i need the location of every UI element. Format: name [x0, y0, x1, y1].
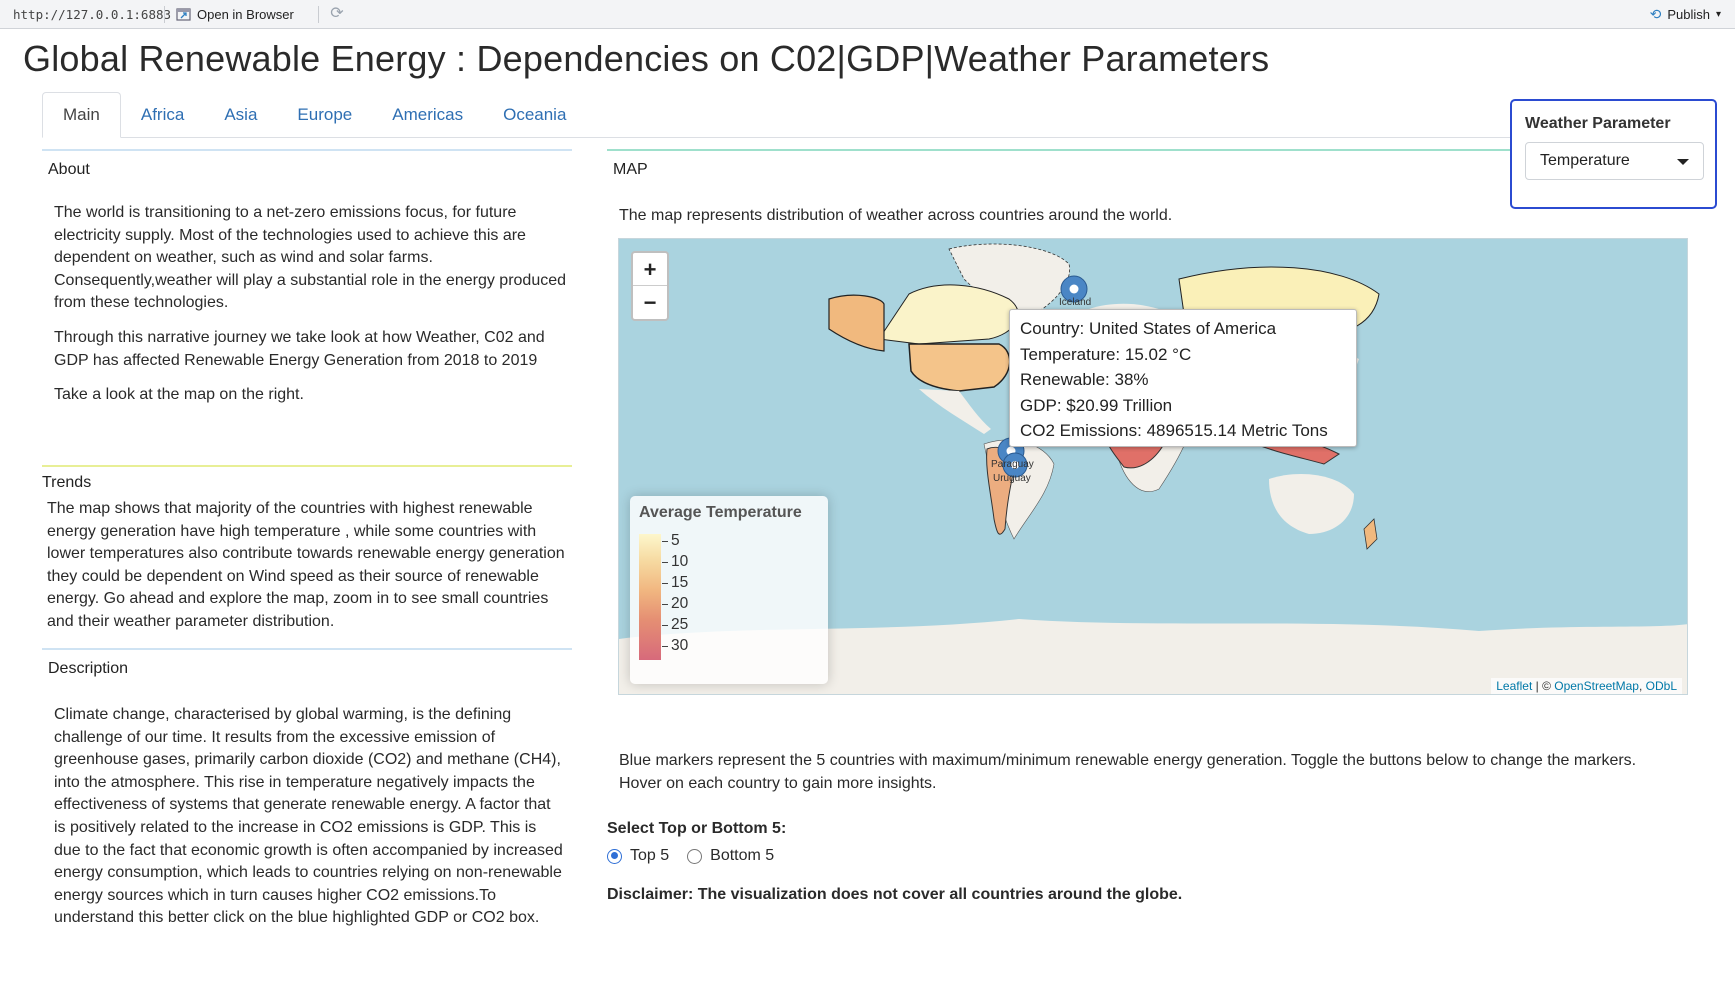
legend-tick-label: 20 [671, 595, 689, 612]
toolbar-divider [318, 6, 319, 23]
map-intro-text: The map represents distribution of weath… [619, 207, 1173, 224]
temperature-legend: Average Temperature 5 10 15 20 25 30 [630, 496, 828, 684]
land-alaska [828, 294, 885, 352]
land-canada [878, 284, 1019, 345]
map-attribution: Leaflet | © OpenStreetMap, ODbL [1491, 678, 1682, 694]
open-in-browser-label: Open in Browser [197, 7, 294, 22]
url-text: http://127.0.0.1:6883 [13, 7, 172, 22]
country-tooltip: Country: United States of America Temper… [1009, 309, 1357, 447]
attribution-comma: , [1638, 679, 1646, 693]
top-bottom-label: Select Top or Bottom 5: [607, 820, 787, 837]
zoom-in-button[interactable]: + [633, 253, 667, 286]
top-bottom-radio-group: Top 5 Bottom 5 [607, 847, 774, 865]
tab-main[interactable]: Main [42, 92, 121, 138]
land-new-zealand [1363, 518, 1378, 550]
map-card: MAP The map represents distribution of w… [607, 149, 1700, 909]
open-in-browser-button[interactable]: Open in Browser [176, 5, 294, 24]
land-australia [1269, 474, 1354, 534]
tooltip-gdp: GDP: $20.99 Trillion [1020, 395, 1173, 415]
marker-label-iceland: Iceland [1059, 297, 1092, 308]
legend-tick-label: 5 [671, 532, 680, 549]
tooltip-co2: CO2 Emissions: 4896515.14 Metric Tons [1020, 421, 1328, 440]
marker-label-uruguay: Uruguay [993, 473, 1031, 484]
open-in-browser-icon [176, 8, 191, 21]
legend-title: Average Temperature [639, 504, 802, 521]
trends-heading: Trends [42, 474, 92, 491]
trends-body: The map shows that majority of the count… [47, 500, 565, 630]
map-note-text: Blue markers represent the 5 countries w… [619, 752, 1637, 792]
about-paragraph: Take a look at the map on the right. [54, 386, 304, 404]
legend-tick [662, 562, 668, 563]
viewer-toolbar: http://127.0.0.1:6883 Open in Browser ⟳ … [0, 0, 1735, 29]
chevron-down-icon [1677, 159, 1689, 165]
chevron-down-icon: ▾ [1715, 9, 1721, 20]
legend-tick-label: 15 [671, 574, 689, 591]
description-body: Climate change, characterised by global … [54, 706, 563, 927]
odbl-link[interactable]: ODbL [1646, 679, 1677, 693]
tab-europe[interactable]: Europe [277, 92, 372, 138]
legend-tick-label: 30 [671, 637, 689, 654]
description-card: Description Climate change, characterise… [42, 648, 572, 978]
openstreetmap-link[interactable]: OpenStreetMap [1554, 679, 1639, 693]
radio-dot[interactable] [687, 848, 703, 864]
legend-tick [662, 625, 668, 626]
publish-label: Publish [1667, 7, 1710, 22]
tab-oceania[interactable]: Oceania [483, 92, 586, 138]
radio-dot[interactable] [607, 848, 622, 864]
tab-bar: Main Africa Asia Europe Americas Oceania [42, 92, 586, 138]
disclaimer-text: Disclaimer: The visualization does not c… [607, 886, 1183, 903]
toolbar-divider [164, 6, 165, 23]
about-paragraph: Through this narrative journey we take l… [54, 328, 545, 369]
legend-color-bar [639, 534, 661, 660]
attribution-separator: | © [1532, 679, 1555, 693]
tab-americas[interactable]: Americas [372, 92, 483, 138]
tab-divider [42, 137, 1512, 138]
radio-bottom-5[interactable]: Bottom 5 [687, 847, 774, 865]
marker-label-paraguay: Paraguay [991, 459, 1034, 470]
tooltip-temperature: Temperature: 15.02 °C [1020, 344, 1192, 364]
tab-africa[interactable]: Africa [121, 92, 204, 138]
about-paragraph: The world is transitioning to a net-zero… [54, 204, 567, 312]
zoom-out-button[interactable]: − [633, 286, 667, 319]
legend-tick-label: 25 [671, 616, 689, 633]
legend-tick-label: 10 [671, 553, 689, 570]
trends-card: Trends The map shows that majority of th… [42, 465, 572, 633]
about-card: About The world is transitioning to a ne… [42, 149, 572, 453]
publish-icon: ⟲ [1649, 6, 1662, 22]
radio-top-5[interactable]: Top 5 [607, 847, 669, 865]
legend-tick [662, 604, 668, 605]
leaflet-map[interactable]: Iceland Paraguay Uruguay + − Country: Un… [618, 238, 1688, 695]
land-central-america [919, 389, 991, 434]
radio-bottom-5-label: Bottom 5 [710, 847, 775, 864]
weather-parameter-value: Temperature [1540, 152, 1630, 169]
weather-parameter-panel: Weather Parameter Temperature [1510, 99, 1717, 209]
description-heading: Description [48, 660, 129, 677]
leaflet-link[interactable]: Leaflet [1496, 679, 1532, 693]
map-heading: MAP [613, 161, 648, 178]
publish-button[interactable]: ⟲ Publish ▾ [1650, 6, 1721, 23]
weather-parameter-select[interactable]: Temperature [1525, 142, 1704, 180]
tooltip-renewable: Renewable: 38% [1020, 370, 1149, 389]
refresh-icon[interactable]: ⟳ [328, 5, 346, 23]
legend-tick [662, 646, 668, 647]
tooltip-country: Country: United States of America [1020, 319, 1277, 338]
radio-top-5-label: Top 5 [630, 847, 670, 864]
page-title: Global Renewable Energy : Dependencies o… [23, 38, 1270, 79]
legend-tick [662, 541, 668, 542]
about-heading: About [48, 161, 90, 178]
zoom-control: + − [631, 251, 669, 321]
legend-tick [662, 583, 668, 584]
tab-asia[interactable]: Asia [204, 92, 277, 138]
weather-parameter-label: Weather Parameter [1525, 115, 1671, 132]
land-usa [908, 343, 1011, 392]
about-body: The world is transitioning to a net-zero… [54, 202, 566, 419]
